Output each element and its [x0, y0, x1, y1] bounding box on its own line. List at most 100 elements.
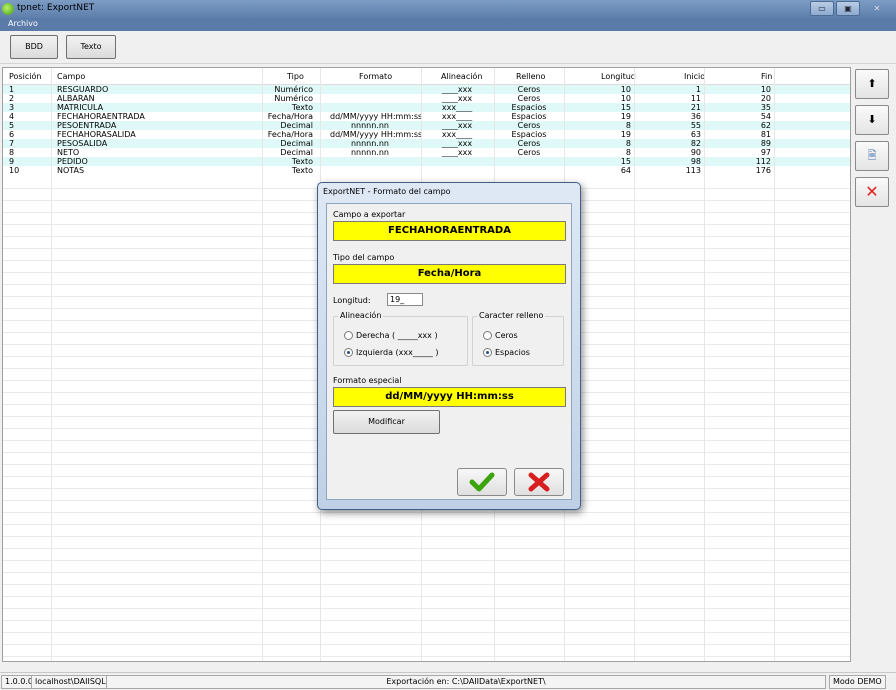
derecha-label[interactable]: Derecha ( _____xxx )	[356, 331, 438, 340]
table-cell: 8	[625, 121, 631, 130]
table-row[interactable]: 5 PESOENTRADA Decimal nnnnn.nn ____xxx Ceros 8…	[3, 121, 850, 130]
toolbar: BDD Texto	[0, 31, 896, 64]
espacios-radio[interactable]	[483, 348, 492, 357]
table-cell: 10	[9, 166, 20, 175]
table-cell: dd/MM/yyyy HH:mm:ss	[330, 130, 423, 139]
menu-bar: Archivo	[0, 18, 896, 31]
relleno-title: Caracter relleno	[477, 311, 546, 320]
table-cell: NOTAS	[57, 166, 85, 175]
table-cell: xxx____	[441, 112, 473, 121]
table-cell: Numérico	[274, 94, 313, 103]
table-cell: ALBARAN	[57, 94, 95, 103]
table-cell	[330, 166, 410, 175]
table-cell: 82	[690, 139, 701, 148]
table-cell	[489, 166, 569, 175]
status-mode: Modo DEMO	[829, 675, 886, 689]
table-cell: MATRICULA	[57, 103, 104, 112]
table-cell: 64	[620, 166, 631, 175]
export-doc-icon: 🗎	[867, 149, 877, 162]
ok-button[interactable]	[457, 468, 507, 496]
table-cell	[330, 85, 410, 94]
table-cell: 113	[685, 166, 701, 175]
table-row[interactable]: 2 ALBARAN Numérico ____xxx Ceros 10 11 20	[3, 94, 850, 103]
menu-archivo[interactable]: Archivo	[8, 19, 38, 28]
table-cell: 9	[9, 157, 15, 166]
table-cell: Decimal	[280, 121, 313, 130]
table-cell: PESOSALIDA	[57, 139, 108, 148]
table-cell: Espacios	[511, 112, 547, 121]
checkmark-icon	[469, 472, 495, 492]
grid-header: Posición Campo Tipo Formato Alineación R…	[3, 68, 850, 85]
delete-button[interactable]: ✕	[855, 177, 889, 207]
app-icon	[2, 3, 14, 15]
texto-button[interactable]: Texto	[66, 35, 116, 59]
modificar-button[interactable]: Modificar	[333, 410, 440, 434]
table-cell: Texto	[291, 166, 313, 175]
table-cell: 21	[690, 103, 701, 112]
table-cell: 1	[695, 85, 701, 94]
table-cell	[417, 166, 497, 175]
title-bar: tpnet: ExportNET ▭ ▣ ✕	[0, 0, 896, 18]
table-cell: ____xxx	[441, 85, 473, 94]
table-cell: 55	[690, 121, 701, 130]
table-row[interactable]: 10 NOTAS Texto 64 113 176	[3, 166, 850, 175]
cancel-button[interactable]	[514, 468, 564, 496]
table-cell: 62	[760, 121, 771, 130]
table-cell: Texto	[291, 103, 313, 112]
table-row[interactable]: 3 MATRICULA Texto xxx____ Espacios 15 21 35	[3, 103, 850, 112]
table-cell: Numérico	[274, 85, 313, 94]
derecha-radio[interactable]	[344, 331, 353, 340]
table-row[interactable]: 8 NETO Decimal nnnnn.nn ____xxx Ceros 8 90 97	[3, 148, 850, 157]
longitud-input[interactable]: 19_	[387, 293, 423, 306]
status-bar: 1.0.0.0 localhost\DAIISQL Exportación en…	[0, 672, 896, 690]
ceros-radio[interactable]	[483, 331, 492, 340]
table-cell: 5	[9, 121, 15, 130]
table-cell: 8	[9, 148, 15, 157]
ceros-label[interactable]: Ceros	[495, 331, 518, 340]
espacios-label[interactable]: Espacios	[495, 348, 530, 357]
table-cell: Decimal	[280, 148, 313, 157]
table-cell: Espacios	[511, 130, 547, 139]
table-cell: Ceros	[517, 121, 541, 130]
table-row[interactable]: 7 PESOSALIDA Decimal nnnnn.nn ____xxx Ceros 8 8…	[3, 139, 850, 148]
minimize-button[interactable]: ▭	[810, 1, 834, 16]
table-row[interactable]: 9 PEDIDO Texto 15 98 112	[3, 157, 850, 166]
bdd-button[interactable]: BDD	[10, 35, 58, 59]
table-cell: 20	[760, 94, 771, 103]
cross-icon	[528, 472, 550, 492]
maximize-button[interactable]: ▣	[836, 1, 860, 16]
move-down-button[interactable]: ⬇	[855, 105, 889, 135]
table-cell: 89	[760, 139, 771, 148]
table-cell: 35	[760, 103, 771, 112]
table-cell: 81	[760, 130, 771, 139]
delete-x-icon: ✕	[865, 182, 879, 201]
export-button[interactable]: 🗎	[855, 141, 889, 171]
table-cell: 176	[755, 166, 771, 175]
table-cell: nnnnn.nn	[350, 148, 390, 157]
table-cell: 8	[625, 148, 631, 157]
table-row[interactable]: 6 FECHAHORASALIDA Fecha/Hora dd/MM/yyyy HH:…	[3, 130, 850, 139]
alineacion-group: Alineación Derecha ( _____xxx ) Izquierd…	[333, 311, 468, 366]
izquierda-label[interactable]: Izquierda (xxx_____ )	[356, 348, 439, 357]
campo-label: Campo a exportar	[333, 210, 406, 219]
table-cell: nnnnn.nn	[350, 121, 390, 130]
table-cell: xxx____	[441, 103, 473, 112]
formato-value: dd/MM/yyyy HH:mm:ss	[333, 387, 566, 407]
table-cell: 6	[9, 130, 15, 139]
izquierda-radio[interactable]	[344, 348, 353, 357]
table-row[interactable]: 1 RESGUARDO Numérico ____xxx Ceros 10 1 10	[3, 85, 850, 94]
table-cell: 15	[620, 103, 631, 112]
table-row[interactable]: 4 FECHAHORAENTRADA Fecha/Hora dd/MM/yyyy HH…	[3, 112, 850, 121]
move-up-button[interactable]: ⬆	[855, 69, 889, 99]
table-cell: 4	[9, 112, 15, 121]
table-cell: ____xxx	[441, 121, 473, 130]
table-cell	[330, 103, 410, 112]
close-button[interactable]: ✕	[862, 1, 892, 16]
down-arrow-icon: ⬇	[867, 113, 877, 126]
status-server: localhost\DAIISQL	[31, 675, 110, 689]
table-cell: 19	[620, 112, 631, 121]
table-cell: nnnnn.nn	[350, 139, 390, 148]
formato-label: Formato especial	[333, 376, 402, 385]
table-cell: 54	[760, 112, 771, 121]
table-cell: Fecha/Hora	[267, 130, 313, 139]
